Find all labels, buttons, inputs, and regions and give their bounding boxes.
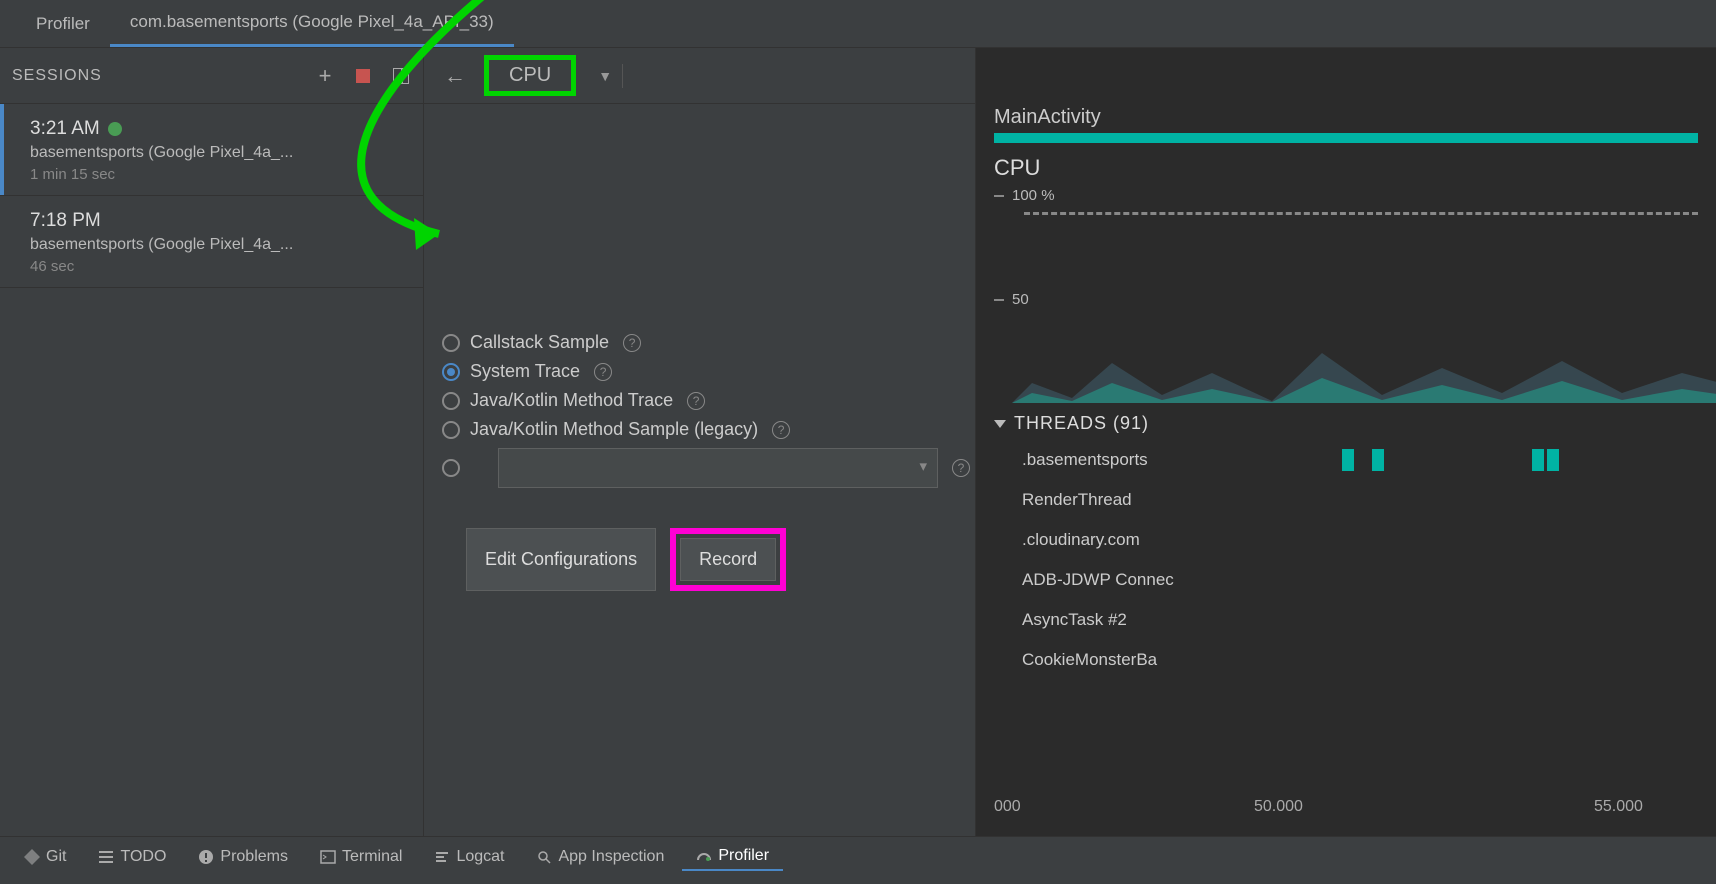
time-tick-label: 50.000 [1254,798,1303,816]
chevron-down-icon[interactable]: ▼ [598,68,612,84]
active-dot-icon [108,122,122,136]
radio-label: System Trace [470,361,580,382]
custom-config-select[interactable] [498,448,938,488]
bottom-tab-git[interactable]: Git [10,844,80,870]
thread-row[interactable]: AsyncTask #2 [1022,600,1716,640]
help-icon[interactable]: ? [594,363,612,381]
chevron-down-icon [994,420,1006,428]
bottom-tab-logcat[interactable]: Logcat [420,844,518,870]
record-button[interactable]: Record [680,538,776,581]
radio-label: Callstack Sample [470,332,609,353]
threads-header[interactable]: THREADS (91) [994,413,1716,434]
activity-label: MainActivity [994,106,1698,129]
thread-name-label: .basementsports [1022,450,1222,470]
radio-callstack-sample[interactable]: Callstack Sample ? [436,332,975,353]
thread-name-label: CookieMonsterBa [1022,650,1222,670]
session-duration-label: 1 min 15 sec [30,166,407,183]
bottom-tab-app-inspection[interactable]: App Inspection [522,844,678,870]
time-tick-label: 55.000 [1594,798,1643,816]
thread-activity-bars [1222,645,1716,675]
help-icon[interactable]: ? [687,392,705,410]
cpu-dropdown-label[interactable]: CPU [484,55,576,96]
tab-profiler[interactable]: Profiler [16,2,110,46]
cpu-usage-chart [1012,323,1716,403]
git-icon [24,849,40,865]
logcat-icon [434,849,450,865]
cpu-chart-area[interactable]: 50 [1012,221,1698,403]
profiler-icon [696,848,712,864]
y-axis-gridline [1024,212,1698,215]
session-item[interactable]: 7:18 PM basementsports (Google Pixel_4a_… [0,196,423,288]
bottom-tab-todo[interactable]: TODO [84,844,180,870]
time-tick-label: 000 [994,798,1021,816]
list-icon [98,849,114,865]
radio-method-trace[interactable]: Java/Kotlin Method Trace ? [436,390,975,411]
bottom-tab-problems[interactable]: Problems [184,844,302,870]
thread-name-label: RenderThread [1022,490,1222,510]
radio-label: Java/Kotlin Method Trace [470,390,673,411]
axis-tick-icon [994,195,1004,197]
radio-icon [442,334,460,352]
radio-icon [442,421,460,439]
cpu-config-panel: ← CPU ▼ Callstack Sample ? System Trace … [424,48,976,836]
inspection-icon [536,849,552,865]
edit-configurations-button[interactable]: Edit Configurations [466,528,656,591]
terminal-icon [320,849,336,865]
help-icon[interactable]: ? [772,421,790,439]
activity-timeline-bar [994,133,1698,143]
thread-row[interactable]: .cloudinary.com [1022,520,1716,560]
thread-activity-bars [1222,445,1716,475]
warning-icon [198,849,214,865]
thread-activity-bars [1222,485,1716,515]
radio-icon [442,392,460,410]
stop-session-icon[interactable] [353,66,373,86]
session-name-label: basementsports (Google Pixel_4a_... [30,236,407,254]
thread-name-label: ADB-JDWP Connec [1022,570,1222,590]
back-arrow-icon[interactable]: ← [436,63,474,89]
session-item[interactable]: 3:21 AM basementsports (Google Pixel_4a_… [0,104,423,196]
session-name-label: basementsports (Google Pixel_4a_... [30,144,407,162]
radio-icon [442,363,460,381]
thread-row[interactable]: .basementsports [1022,440,1716,480]
radio-icon [442,459,460,477]
cpu-timeline-panel[interactable]: MainActivity CPU 100 % 50 [976,48,1716,836]
panels-icon[interactable] [391,66,411,86]
bottom-tool-bar: Git TODO Problems Terminal Logcat App In… [0,836,1716,876]
thread-activity-bars [1222,525,1716,555]
tab-session[interactable]: com.basementsports (Google Pixel_4a_API_… [110,0,514,47]
threads-title-label: THREADS (91) [1014,413,1149,434]
thread-name-label: .cloudinary.com [1022,530,1222,550]
bottom-tab-terminal[interactable]: Terminal [306,844,416,870]
radio-custom-config[interactable]: ? [436,448,975,488]
radio-label: Java/Kotlin Method Sample (legacy) [470,419,758,440]
y-axis-50-label: 50 [1012,291,1029,308]
help-icon[interactable]: ? [623,334,641,352]
help-icon[interactable]: ? [952,459,970,477]
annotation-highlight: Record [670,528,786,591]
sessions-panel: SESSIONS 3:21 AM basementsports (Google … [0,48,424,836]
add-session-icon[interactable] [315,66,335,86]
thread-row[interactable]: ADB-JDWP Connec [1022,560,1716,600]
y-axis-100-label: 100 % [1012,187,1055,204]
thread-activity-bars [1222,565,1716,595]
thread-activity-bars [1222,605,1716,635]
thread-row[interactable]: CookieMonsterBa [1022,640,1716,680]
radio-method-sample[interactable]: Java/Kotlin Method Sample (legacy) ? [436,419,975,440]
session-time-label: 7:18 PM [30,210,101,232]
axis-tick-icon [994,299,1004,301]
cpu-chart-title: CPU [994,155,1698,181]
sessions-title: SESSIONS [12,67,102,85]
bottom-tab-profiler[interactable]: Profiler [682,843,783,871]
radio-system-trace[interactable]: System Trace ? [436,361,975,382]
thread-row[interactable]: RenderThread [1022,480,1716,520]
session-duration-label: 46 sec [30,258,407,275]
thread-name-label: AsyncTask #2 [1022,610,1222,630]
tab-bar: Profiler com.basementsports (Google Pixe… [0,0,1716,48]
session-time-label: 3:21 AM [30,118,100,140]
divider [622,64,623,88]
